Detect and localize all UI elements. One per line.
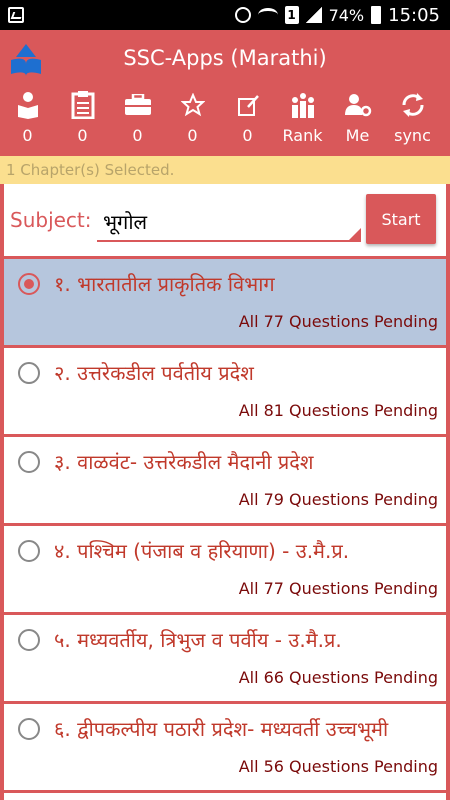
chapter-item[interactable]: ४. पश्चिम (पंजाब व हरियाणा) - उ.मै.प्र. …	[4, 526, 446, 615]
radio-button[interactable]	[18, 629, 40, 651]
chapter-item[interactable]: ३. वाळवंट- उत्तरेकडील मैदानी प्रदेश All …	[4, 437, 446, 526]
toolbar-count-star: 0	[187, 126, 198, 145]
signal-icon	[305, 7, 322, 23]
toolbar-count-clipboard: 0	[77, 126, 88, 145]
status-icons: 1 74% 15:05	[234, 4, 440, 26]
subject-dropdown[interactable]: भूगोल	[97, 200, 361, 242]
toolbar-item-sync[interactable]: sync	[385, 90, 440, 154]
start-button[interactable]: Start	[366, 194, 436, 244]
alarm-icon	[234, 7, 251, 23]
toolbar-label-sync: sync	[394, 126, 431, 145]
toolbar-count-edit-note: 0	[242, 126, 253, 145]
chapter-name: ६. द्वीपकल्पीय पठारी प्रदेश- मध्यवर्ती उ…	[54, 717, 389, 741]
radio-button[interactable]	[18, 273, 40, 295]
toolbar-item-star[interactable]: 0	[165, 90, 220, 154]
chapter-item[interactable]: १. भारतातील प्राकृतिक विभाग All 77 Quest…	[4, 259, 446, 348]
toolbar-count-briefcase: 0	[132, 126, 143, 145]
subject-label: Subject:	[10, 208, 92, 232]
clock: 15:05	[388, 4, 440, 26]
radio-button[interactable]	[18, 362, 40, 384]
chapter-item[interactable]: २. उत्तरेकडील पर्वतीय प्रदेश All 81 Ques…	[4, 348, 446, 437]
chapter-name: ३. वाळवंट- उत्तरेकडील मैदानी प्रदेश	[54, 450, 314, 474]
chapter-list: १. भारतातील प्राकृतिक विभाग All 77 Quest…	[0, 256, 450, 800]
radio-button[interactable]	[18, 718, 40, 740]
clipboard-icon	[71, 91, 94, 119]
battery-icon	[371, 6, 382, 24]
toolbar-label-me: Me	[345, 126, 370, 145]
chapter-pending: All 77 Questions Pending	[238, 579, 438, 598]
edit-note-icon	[237, 95, 259, 116]
sync-icon	[402, 93, 423, 117]
chapter-name: ४. पश्चिम (पंजाब व हरियाणा) - उ.मै.प्र.	[54, 539, 350, 563]
toolbar-item-rank[interactable]: Rank	[275, 90, 330, 154]
chapter-name: २. उत्तरेकडील पर्वतीय प्रदेश	[54, 361, 254, 385]
radio-button[interactable]	[18, 451, 40, 473]
chapter-pending: All 66 Questions Pending	[238, 668, 438, 687]
gallery-icon	[8, 7, 24, 23]
chapter-name: ५. मध्यवर्तीय, त्रिभुज व पर्वीय - उ.मै.प…	[54, 628, 342, 652]
battery-percent: 74%	[328, 5, 365, 25]
sim-icon: 1	[284, 6, 299, 24]
radio-button[interactable]	[18, 540, 40, 562]
subject-value: भूगोल	[103, 210, 148, 234]
toolbar-item-briefcase[interactable]: 0	[110, 90, 165, 154]
selection-banner: 1 Chapter(s) Selected.	[0, 156, 450, 184]
chapter-pending: All 79 Questions Pending	[238, 490, 438, 509]
app-bar: SSC-Apps (Marathi)	[0, 30, 450, 90]
chapter-name: १. भारतातील प्राकृतिक विभाग	[54, 272, 275, 296]
dropdown-arrow-icon	[349, 228, 361, 240]
chapter-item[interactable]: ६. द्वीपकल्पीय पठारी प्रदेश- मध्यवर्ती उ…	[4, 704, 446, 793]
toolbar-item-edit-note[interactable]: 0	[220, 90, 275, 154]
toolbar: 0 0 0 0 0 Rank Me sync	[0, 90, 450, 154]
subject-row: Subject: भूगोल Start	[0, 184, 450, 256]
toolbar-item-clipboard[interactable]: 0	[55, 90, 110, 154]
toolbar-label-rank: Rank	[282, 126, 323, 145]
briefcase-icon	[124, 94, 151, 115]
toolbar-item-me[interactable]: Me	[330, 90, 385, 154]
reader-icon	[17, 92, 38, 119]
rank-icon	[291, 93, 314, 118]
chapter-item[interactable]: ५. मध्यवर्तीय, त्रिभुज व पर्वीय - उ.मै.प…	[4, 615, 446, 704]
app-title: SSC-Apps (Marathi)	[123, 46, 327, 70]
wifi-icon	[257, 8, 278, 22]
status-bar: 1 74% 15:05	[0, 0, 450, 30]
user-settings-icon	[344, 94, 371, 117]
toolbar-item-reader[interactable]: 0	[0, 90, 55, 154]
chapter-pending: All 77 Questions Pending	[238, 312, 438, 331]
toolbar-count-reader: 0	[22, 126, 33, 145]
chapter-pending: All 81 Questions Pending	[238, 401, 438, 420]
chapter-pending: All 56 Questions Pending	[238, 757, 438, 776]
star-icon	[180, 93, 205, 117]
